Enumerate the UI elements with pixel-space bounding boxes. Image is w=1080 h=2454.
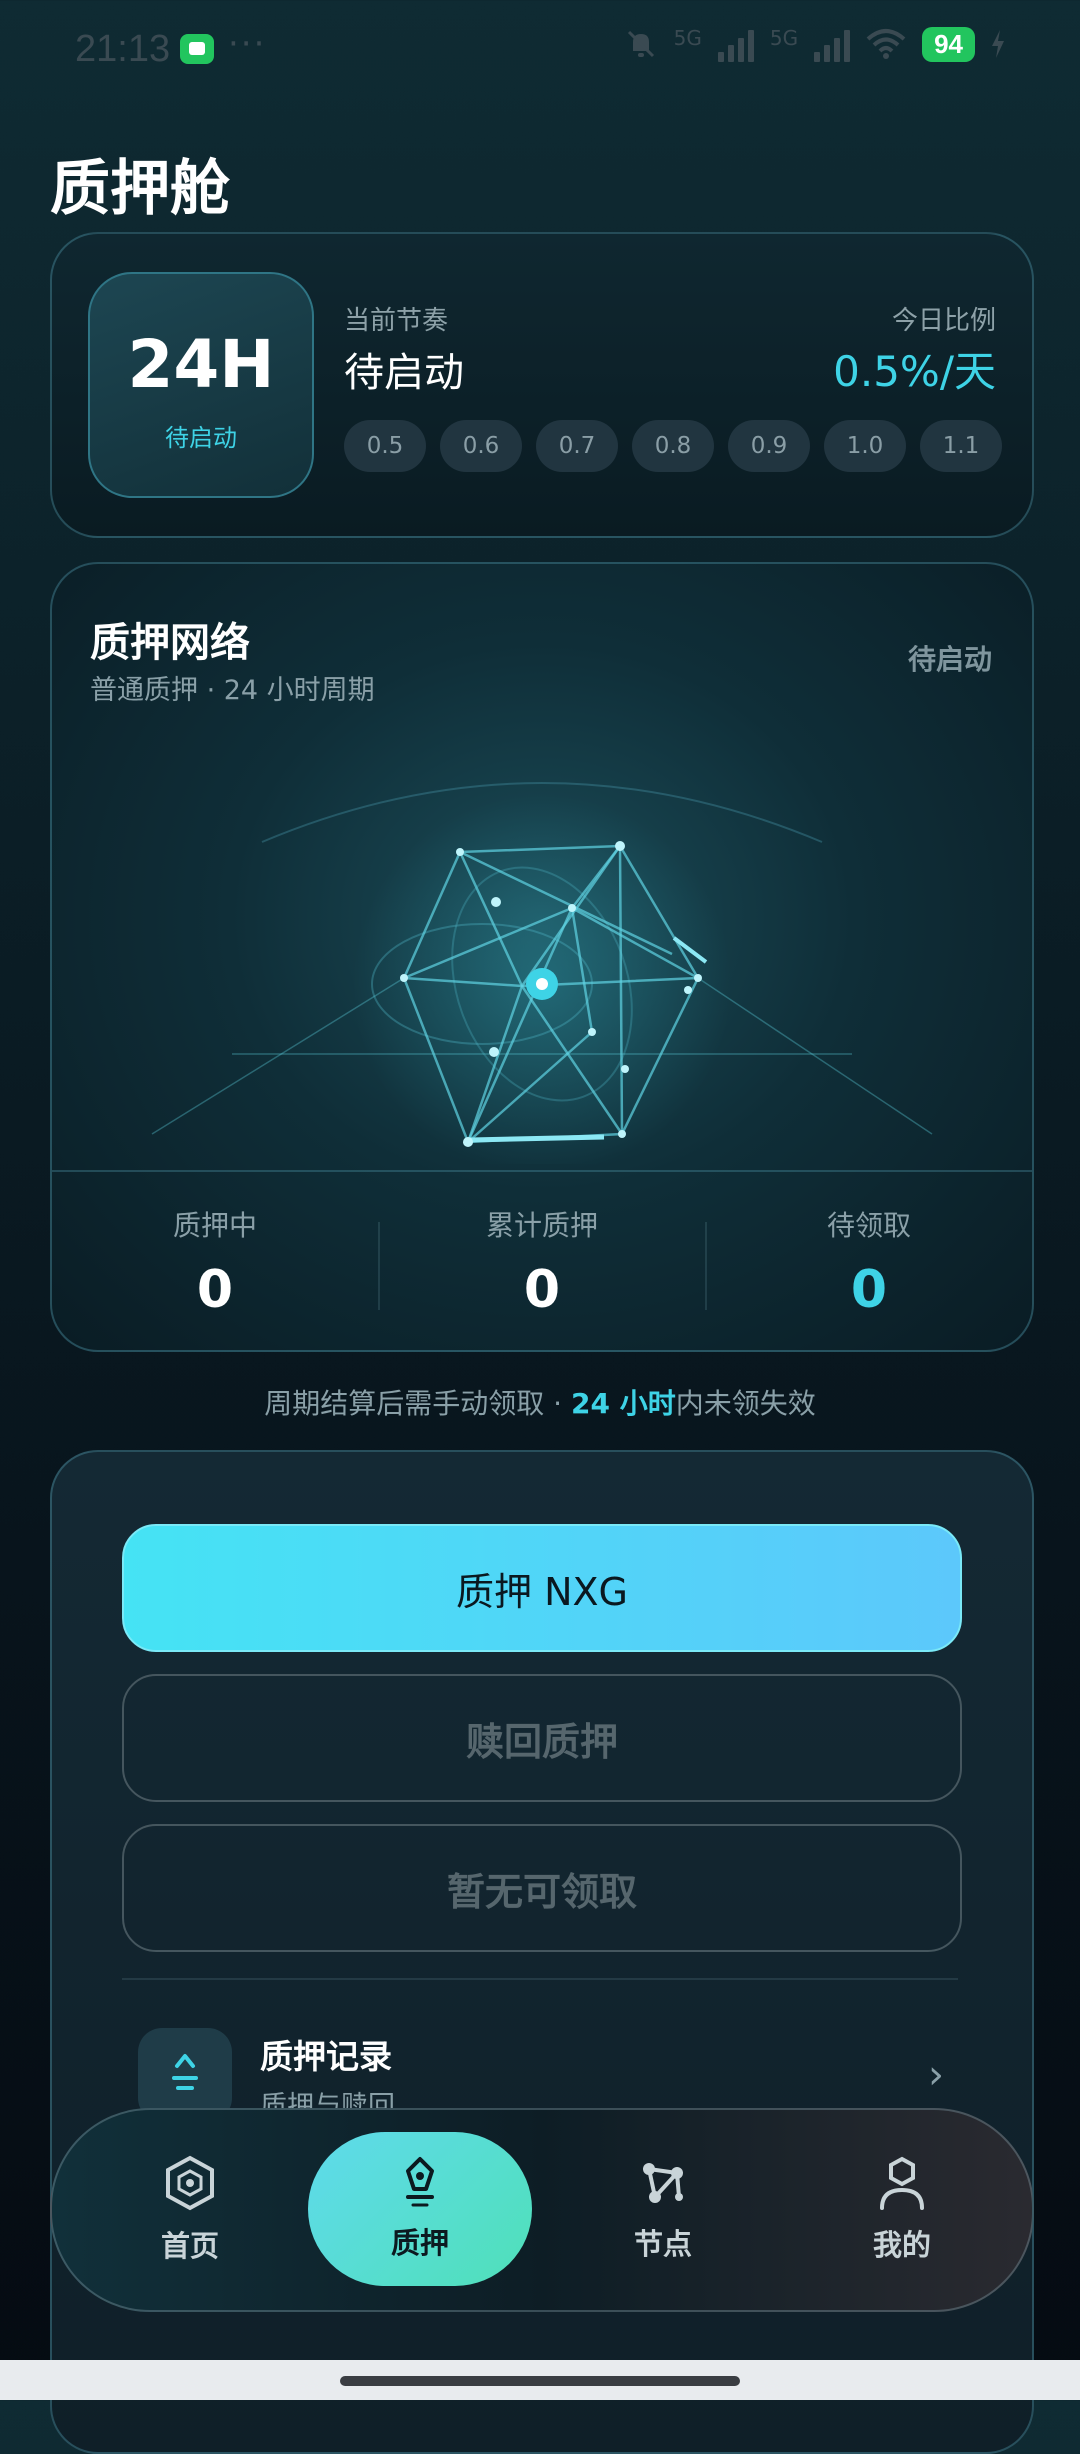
stat-staking-label: 质押中 — [172, 1209, 257, 1242]
ratio-option[interactable]: 0.9 — [728, 420, 810, 472]
network-type-1: 5G — [673, 26, 702, 50]
action-divider — [122, 1978, 958, 1980]
nav-label-home: 首页 — [160, 2229, 219, 2263]
record-title[interactable]: 质押记录 — [260, 2030, 392, 2078]
cycle-status: 待启动 — [165, 424, 237, 452]
status-time: 21:13 — [75, 28, 171, 70]
ratio-option[interactable]: 0.7 — [536, 420, 618, 472]
message-app-icon — [180, 34, 214, 64]
today-ratio-label: 今日比例 — [891, 306, 996, 336]
current-rhythm-label: 当前节奏 — [344, 306, 449, 336]
stat-staking: 质押中 0 — [52, 1204, 378, 1320]
note-highlight: 24 小时 — [570, 1387, 676, 1420]
stat-total-value: 0 — [523, 1260, 561, 1320]
nav-item-stake[interactable]: 质押 — [308, 2132, 532, 2286]
stat-pending-label: 待领取 — [826, 1209, 911, 1242]
signal-icon-2 — [814, 26, 851, 62]
home-hexagon-icon — [166, 2155, 214, 2211]
claim-button[interactable]: 暂无可领取 — [122, 1824, 962, 1952]
status-bar: 21:13 ··· 5G 5G 94 — [0, 0, 1080, 100]
signal-icon-1 — [717, 26, 754, 62]
nav-label-profile: 我的 — [872, 2228, 931, 2262]
stake-button[interactable]: 质押 NXG — [122, 1524, 962, 1652]
note-suffix: 内未领失效 — [675, 1387, 816, 1420]
stat-pending-value: 0 — [850, 1260, 888, 1320]
current-rhythm-value: 待启动 — [344, 350, 464, 396]
pen-stake-icon — [406, 2157, 434, 2207]
stat-total-label: 累计质押 — [485, 1209, 598, 1242]
nav-item-profile[interactable]: 我的 — [802, 2110, 1002, 2310]
stake-network-card: 质押网络 普通质押 · 24 小时周期 待启动 质押中 0 累计质押 0 待领取… — [50, 562, 1034, 1352]
cycle-duration: 24H — [127, 326, 275, 403]
nav-item-home[interactable]: 首页 — [90, 2110, 290, 2310]
node-network-icon — [643, 2163, 683, 2203]
ratio-option[interactable]: 0.6 — [440, 420, 522, 472]
ratio-option[interactable]: 0.8 — [632, 420, 714, 472]
ratio-option[interactable]: 0.5 — [344, 420, 426, 472]
more-notifications-icon: ··· — [228, 24, 267, 64]
nav-label-stake: 质押 — [390, 2226, 449, 2260]
nav-label-node: 节点 — [633, 2227, 692, 2261]
claim-note: 周期结算后需手动领取 · 24 小时内未领失效 — [0, 1382, 1080, 1422]
note-prefix: 周期结算后需手动领取 · — [264, 1387, 571, 1420]
network-divider — [52, 1170, 1032, 1172]
bottom-nav: 首页 质押 节点 我的 — [50, 2108, 1034, 2312]
user-icon — [880, 2156, 924, 2210]
cycle-box: 24H 待启动 — [88, 272, 314, 498]
rhythm-card: 24H 待启动 当前节奏 待启动 今日比例 0.5%/天 0.5 0.6 0.7… — [50, 232, 1034, 538]
stat-pending: 待领取 0 — [706, 1204, 1032, 1320]
network-title: 质押网络 — [90, 620, 250, 666]
charging-icon — [992, 30, 1004, 58]
redeem-button[interactable]: 赎回质押 — [122, 1674, 962, 1802]
status-indicators: 5G 5G 94 — [624, 26, 1005, 62]
ratio-option[interactable]: 1.0 — [824, 420, 906, 472]
wifi-icon — [866, 29, 906, 59]
network-graph-illustration — [151, 782, 933, 1164]
ratio-options: 0.5 0.6 0.7 0.8 0.9 1.0 1.1 — [344, 420, 1002, 472]
ratio-option[interactable]: 1.1 — [920, 420, 1002, 472]
page-title: 质押舱 — [50, 154, 230, 224]
home-indicator[interactable] — [340, 2376, 740, 2386]
stat-staking-value: 0 — [196, 1260, 234, 1320]
gesture-bar-area — [0, 2360, 1080, 2400]
nav-item-node[interactable]: 节点 — [563, 2110, 763, 2310]
network-status: 待启动 — [907, 643, 992, 676]
chevron-right-icon[interactable]: › — [928, 2052, 944, 2098]
stat-total: 累计质押 0 — [379, 1204, 705, 1320]
today-ratio-value: 0.5%/天 — [833, 347, 996, 396]
mute-bell-icon — [627, 30, 654, 58]
network-type-2: 5G — [769, 26, 799, 50]
battery-level: 94 — [922, 26, 975, 62]
